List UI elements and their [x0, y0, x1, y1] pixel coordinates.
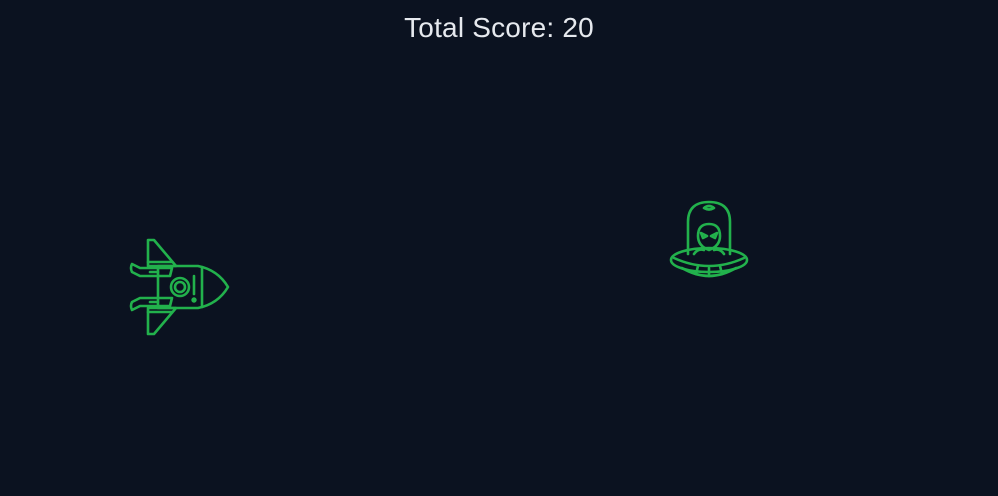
score-display: Total Score: 20	[0, 12, 998, 44]
game-canvas[interactable]: Total Score: 20	[0, 0, 998, 496]
player-ship[interactable]	[128, 236, 232, 338]
score-value: 20	[562, 12, 594, 43]
alien-ufo[interactable]	[668, 198, 750, 282]
score-label: Total Score:	[404, 12, 555, 43]
spaceship-icon	[129, 238, 230, 336]
alien-ufo-icon	[669, 200, 749, 278]
